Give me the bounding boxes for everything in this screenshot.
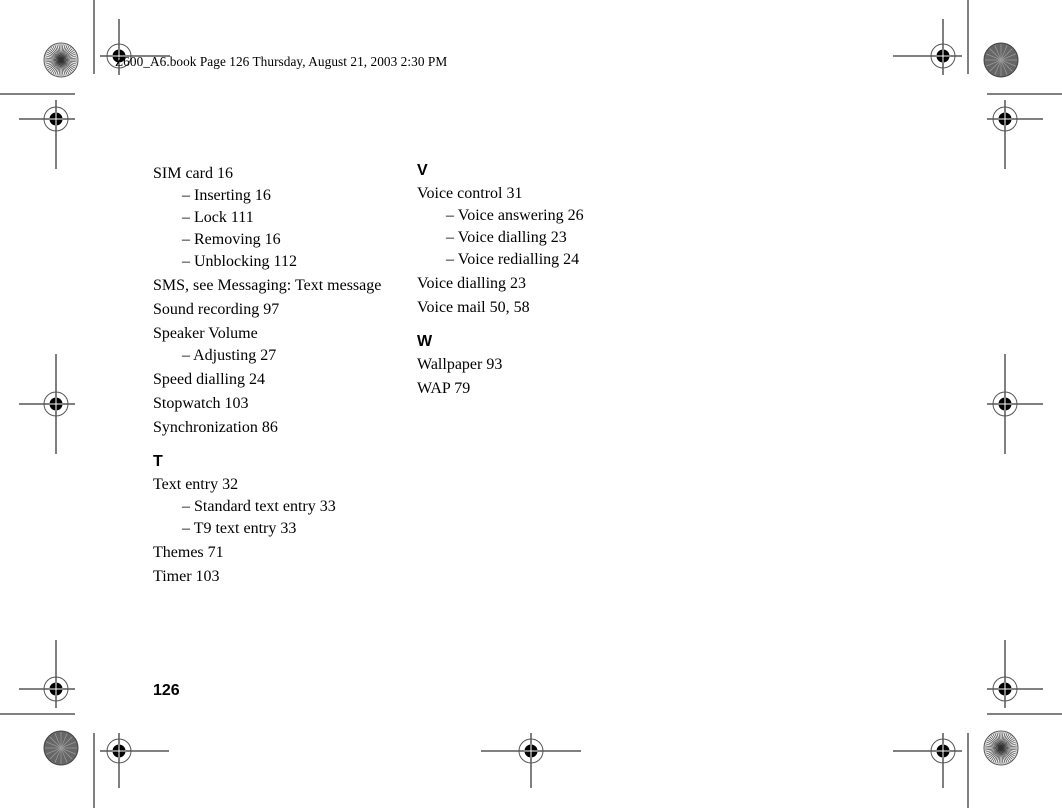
index-subentry: – Voice answering 26 (446, 207, 584, 224)
index-subentry: – Voice dialling 23 (446, 229, 567, 246)
index-entry: Text entry 32 (153, 476, 239, 493)
index-subentry: – Voice redialling 24 (446, 251, 580, 268)
index-entry: Speaker Volume (153, 325, 258, 342)
index-entry: Voice dialling 23 (417, 275, 527, 292)
index-section-letter: T (153, 453, 163, 470)
index-entry: SIM card 16 (153, 165, 233, 182)
registration-target-lower-left (19, 640, 75, 708)
index-entry: WAP 79 (417, 380, 471, 397)
registration-target-bottom-left (100, 733, 169, 788)
registration-target-upper-left (19, 100, 75, 169)
index-entry: Voice mail 50, 58 (417, 299, 530, 316)
registration-target-bottom-center (481, 733, 581, 788)
color-wheel-top-right (983, 42, 1019, 78)
index-column-right: V Voice control 31 – Voice answering 26 – V… (417, 161, 657, 400)
index-entry: Speed dialling 24 (153, 371, 265, 388)
registration-target-lower-right (987, 640, 1043, 708)
registration-target-bottom-right (893, 733, 962, 788)
index-subentry: – Lock 111 (182, 209, 254, 226)
registration-target-middle-left (19, 354, 75, 454)
index-subentry: – Inserting 16 (182, 187, 271, 204)
index-entry: Timer 103 (153, 568, 220, 585)
index-entry: Voice control 31 (417, 185, 523, 202)
registration-target-middle-right (987, 354, 1043, 454)
index-section-letter: V (417, 162, 428, 179)
index-section-letter: W (417, 333, 433, 350)
print-header: Z600_A6.book Page 126 Thursday, August 2… (115, 54, 448, 69)
color-wheel-top-left (43, 42, 79, 78)
index-subentry: – Adjusting 27 (182, 347, 277, 364)
index-entry: Synchronization 86 (153, 419, 278, 436)
color-wheel-bottom-left (43, 730, 79, 766)
page-number: 126 (153, 682, 180, 699)
index-entry: Stopwatch 103 (153, 395, 249, 412)
index-subentry: – Unblocking 112 (182, 253, 297, 270)
index-subentry: – Removing 16 (182, 231, 281, 248)
index-entry: Themes 71 (153, 544, 224, 561)
index-entry: Wallpaper 93 (417, 356, 503, 373)
index-column-left: SIM card 16 – Inserting 16 – Lock 111 – Rem… (153, 161, 393, 588)
registration-target-top-right (893, 19, 962, 75)
color-wheel-bottom-right (983, 730, 1019, 766)
index-entry: SMS, see Messaging: Text message (153, 277, 382, 294)
index-entry: Sound recording 97 (153, 301, 280, 318)
index-subentry: – T9 text entry 33 (182, 520, 297, 537)
registration-target-upper-right (987, 100, 1043, 169)
index-subentry: – Standard text entry 33 (182, 498, 336, 515)
